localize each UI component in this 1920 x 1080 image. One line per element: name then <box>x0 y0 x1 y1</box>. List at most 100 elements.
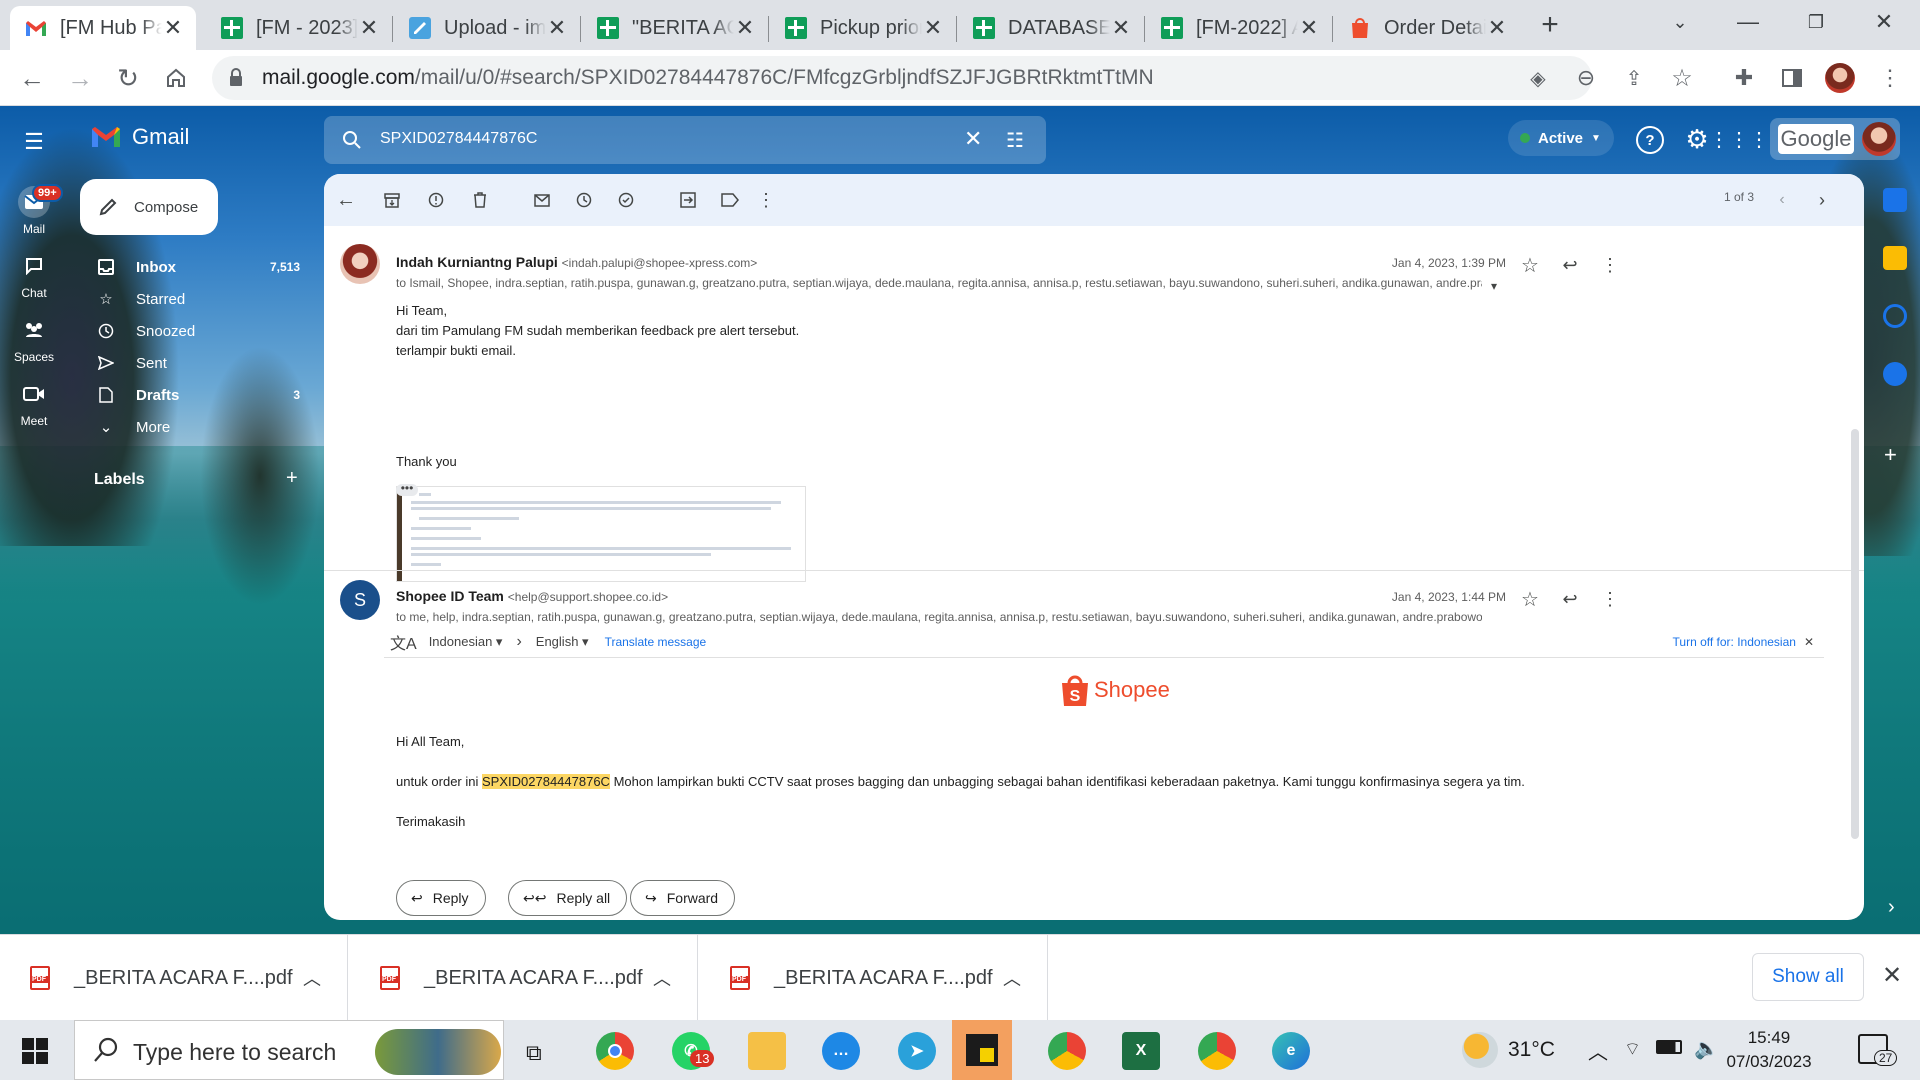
snooze-icon[interactable] <box>572 188 596 212</box>
account-switcher[interactable]: Google <box>1770 118 1900 160</box>
add-label-icon[interactable]: + <box>286 467 298 490</box>
main-menu-icon[interactable]: ☰ <box>18 126 50 158</box>
star-icon[interactable]: ☆ <box>1518 253 1542 277</box>
report-spam-icon[interactable] <box>424 188 448 212</box>
tracking-protection-icon[interactable]: ◈ <box>1520 60 1556 96</box>
new-tab-button[interactable]: + <box>1532 8 1568 44</box>
share-icon[interactable]: ⇪ <box>1616 60 1652 96</box>
browser-tab[interactable]: Order Details ✕ <box>1334 6 1520 50</box>
show-all-button[interactable]: Show all <box>1752 953 1864 1001</box>
close-tab-icon[interactable]: ✕ <box>546 15 568 41</box>
search-options-icon[interactable]: ☷ <box>1006 128 1024 153</box>
nav-inbox[interactable]: Inbox 7,513 <box>80 251 300 283</box>
zoom-icon[interactable]: ⊖ <box>1568 60 1604 96</box>
gmail-logo[interactable]: Gmail <box>90 124 189 150</box>
reply-icon[interactable]: ↩ <box>1558 253 1582 277</box>
help-icon[interactable]: ? <box>1636 126 1664 154</box>
turn-off-translation-link[interactable]: Turn off for: Indonesian <box>1673 635 1796 649</box>
search-input[interactable]: SPXID02784447876C <box>380 130 537 148</box>
label-icon[interactable] <box>718 188 742 212</box>
show-details-icon[interactable]: ▾ <box>1482 274 1506 298</box>
forward-button[interactable]: ↪ Forward <box>630 880 736 916</box>
nav-starred[interactable]: ☆ Starred <box>80 283 300 315</box>
archive-icon[interactable] <box>380 188 404 212</box>
download-item[interactable]: PDF _BERITA ACARA F....pdf ︿ <box>0 935 348 1021</box>
browser-tab[interactable]: Upload - images ✕ <box>394 6 580 50</box>
older-icon[interactable]: › <box>1810 188 1834 212</box>
nav-sent[interactable]: Sent <box>80 347 300 379</box>
show-side-panel-icon[interactable]: › <box>1888 896 1895 919</box>
sender-avatar[interactable] <box>340 244 380 284</box>
download-item[interactable]: PDF _BERITA ACARA F....pdf ︿ <box>700 935 1048 1021</box>
reload-icon[interactable]: ↻ <box>110 60 146 96</box>
chrome-taskbar-icon[interactable] <box>596 1032 634 1070</box>
browser-tab[interactable]: Pickup priority ✕ <box>770 6 956 50</box>
telegram-taskbar-icon[interactable]: ➤ <box>898 1032 936 1070</box>
sender-info[interactable]: Shopee ID Team <help@support.shopee.co.i… <box>396 588 668 604</box>
back-to-list-icon[interactable]: ← <box>334 188 358 212</box>
system-clock[interactable]: 15:49 07/03/2023 <box>1722 1026 1816 1074</box>
weather-icon[interactable] <box>1462 1032 1498 1068</box>
chevron-up-icon[interactable]: ︿ <box>653 965 671 991</box>
delete-icon[interactable] <box>468 188 492 212</box>
rail-chat[interactable]: Chat <box>0 250 68 300</box>
extensions-icon[interactable]: ✚ <box>1726 60 1762 96</box>
sender-info[interactable]: Indah Kurniantng Palupi <indah.palupi@sh… <box>396 254 757 270</box>
profile-avatar[interactable] <box>1822 60 1858 96</box>
search-icon[interactable] <box>342 130 362 150</box>
status-selector[interactable]: Active ▼ <box>1508 120 1614 156</box>
wifi-icon[interactable]: ⌔ <box>1624 1038 1641 1061</box>
target-language-select[interactable]: English ▾ <box>536 634 589 650</box>
star-icon[interactable]: ☆ <box>1518 587 1542 611</box>
close-tab-icon[interactable]: ✕ <box>358 15 380 41</box>
chrome-menu-icon[interactable]: ⋮ <box>1872 60 1908 96</box>
chat-app-taskbar-icon[interactable]: … <box>822 1032 860 1070</box>
show-hidden-icons[interactable]: ︿ <box>1588 1036 1608 1065</box>
close-window-button[interactable]: ✕ <box>1856 0 1912 44</box>
close-tab-icon[interactable]: ✕ <box>922 15 944 41</box>
chrome-profile-2-taskbar-icon[interactable] <box>1198 1032 1236 1070</box>
close-tab-icon[interactable]: ✕ <box>1298 15 1320 41</box>
back-icon[interactable]: ← <box>14 60 50 96</box>
volume-icon[interactable]: 🔈 <box>1694 1036 1719 1061</box>
show-trimmed-content-icon[interactable]: ••• <box>396 482 418 496</box>
edge-taskbar-icon[interactable]: e <box>1272 1032 1310 1070</box>
windows-start-icon[interactable] <box>22 1038 48 1064</box>
close-tab-icon[interactable]: ✕ <box>162 15 184 41</box>
browser-tab[interactable]: [FM - 2023] FM Hub ✕ <box>206 6 392 50</box>
address-bar[interactable]: mail.google.com/mail/u/0/#search/SPXID02… <box>212 56 1592 100</box>
clear-search-icon[interactable]: ✕ <box>964 126 982 152</box>
reply-all-button[interactable]: ↩↩ Reply all <box>508 880 628 916</box>
rail-spaces[interactable]: Spaces <box>0 314 68 364</box>
apps-grid-icon[interactable]: ⋮⋮⋮ <box>1709 122 1769 156</box>
sender-avatar[interactable]: S <box>340 580 380 620</box>
close-tab-icon[interactable]: ✕ <box>1110 15 1132 41</box>
task-view-icon[interactable]: ⧉ <box>526 1040 542 1066</box>
more-options-icon[interactable]: ⋮ <box>754 188 778 212</box>
minimize-button[interactable]: — <box>1720 0 1776 44</box>
nav-more[interactable]: ⌄ More <box>80 411 300 443</box>
browser-tab-gmail[interactable]: [FM Hub Pamulang] ✕ <box>10 6 196 50</box>
keep-icon[interactable] <box>1883 246 1907 270</box>
get-addons-icon[interactable]: + <box>1884 442 1897 468</box>
close-tab-icon[interactable]: ✕ <box>1486 15 1508 41</box>
nav-snoozed[interactable]: Snoozed <box>80 315 300 347</box>
mark-unread-icon[interactable] <box>530 188 554 212</box>
calendar-icon[interactable] <box>1883 188 1907 212</box>
add-task-icon[interactable] <box>614 188 638 212</box>
rail-meet[interactable]: Meet <box>0 378 68 428</box>
close-downloads-icon[interactable]: ✕ <box>1882 961 1902 990</box>
scrollbar[interactable] <box>1851 429 1859 839</box>
sticky-notes-taskbar-tile[interactable] <box>952 1020 1012 1080</box>
translate-message-link[interactable]: Translate message <box>605 635 707 649</box>
chrome-profile-taskbar-icon[interactable] <box>1048 1032 1086 1070</box>
download-item[interactable]: PDF _BERITA ACARA F....pdf ︿ <box>350 935 698 1021</box>
home-icon[interactable] <box>158 60 194 96</box>
browser-tab[interactable]: DATABASE ✕ <box>958 6 1144 50</box>
nav-drafts[interactable]: Drafts 3 <box>80 379 300 411</box>
reply-button[interactable]: ↩ Reply <box>396 880 486 916</box>
browser-tab[interactable]: "BERITA ACARA ✕ <box>582 6 768 50</box>
forward-icon[interactable]: → <box>62 60 98 96</box>
tasks-icon[interactable] <box>1883 304 1907 328</box>
excel-taskbar-icon[interactable]: X <box>1122 1032 1160 1070</box>
